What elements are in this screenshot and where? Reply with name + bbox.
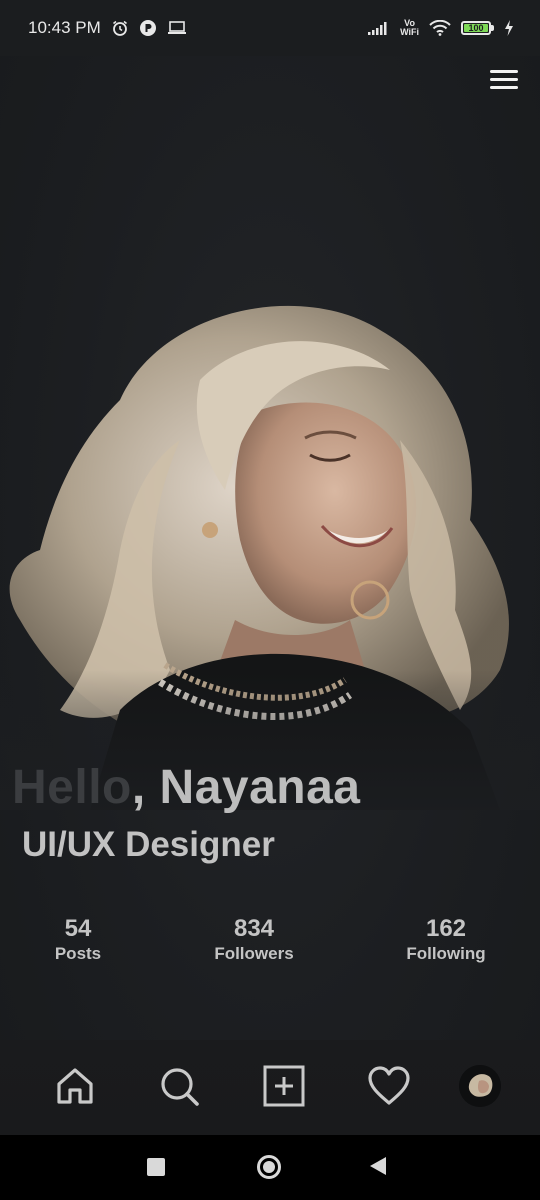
home-icon[interactable] — [53, 1064, 97, 1108]
alarm-icon — [111, 19, 129, 37]
battery-icon: 100 — [461, 21, 494, 35]
system-nav-bar — [0, 1135, 540, 1200]
profile-screen: 10:43 PM Vo WiFi 100 Hello, Nayanaa UI/U… — [0, 0, 540, 1200]
search-icon[interactable] — [157, 1064, 201, 1108]
recents-button[interactable] — [147, 1158, 165, 1176]
profile-photo — [0, 290, 540, 810]
greeting-name: , Nayanaa — [131, 761, 361, 814]
stat-following[interactable]: 162 Following — [396, 914, 496, 964]
heart-icon[interactable] — [367, 1064, 411, 1108]
battery-tip — [491, 25, 494, 31]
status-bar: 10:43 PM Vo WiFi 100 — [0, 0, 540, 56]
vowifi-icon: Vo WiFi — [400, 19, 419, 37]
add-post-icon[interactable] — [262, 1064, 306, 1108]
greeting-heading: Hello, Nayanaa — [12, 760, 361, 815]
home-button[interactable] — [257, 1155, 281, 1179]
bottom-nav — [0, 1040, 540, 1135]
stat-followers-label: Followers — [214, 944, 294, 963]
status-bar-right: Vo WiFi 100 — [368, 19, 514, 37]
hamburger-menu-icon[interactable] — [490, 64, 520, 94]
stat-following-value: 162 — [425, 915, 467, 942]
charging-icon — [504, 20, 514, 36]
back-button[interactable] — [370, 1157, 386, 1175]
battery-body: 100 — [461, 21, 491, 35]
status-time: 10:43 PM — [28, 18, 101, 37]
stat-posts[interactable]: 54 Posts — [38, 914, 118, 964]
menu-line — [490, 85, 518, 89]
menu-line — [490, 69, 518, 73]
stat-posts-label: Posts — [54, 944, 102, 963]
laptop-icon — [167, 20, 187, 36]
battery-level: 100 — [464, 24, 488, 33]
app-notification-icon — [139, 19, 157, 37]
profile-role: UI/UX Designer — [22, 825, 275, 864]
wifi-icon — [429, 20, 451, 36]
stat-posts-value: 54 — [64, 915, 92, 942]
stat-followers[interactable]: 834 Followers — [204, 914, 304, 964]
status-bar-left: 10:43 PM — [28, 18, 187, 38]
greeting-hello: Hello — [12, 761, 132, 814]
signal-icon — [368, 21, 390, 35]
stat-following-label: Following — [406, 944, 486, 963]
profile-avatar[interactable] — [459, 1065, 501, 1107]
menu-line — [490, 77, 518, 81]
stat-followers-value: 834 — [233, 915, 275, 942]
vowifi-bottom: WiFi — [400, 27, 419, 37]
